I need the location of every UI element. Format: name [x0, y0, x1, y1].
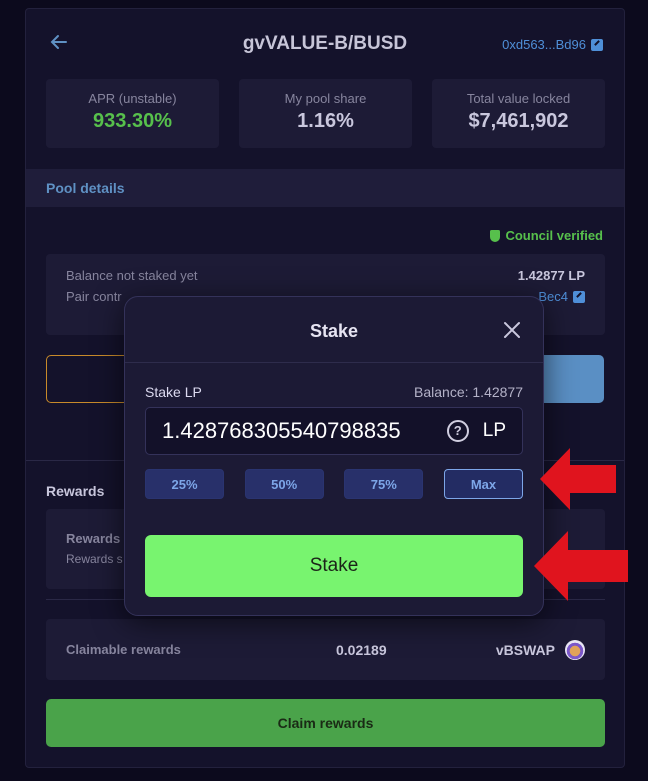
- stat-pool-share: My pool share 1.16%: [239, 79, 412, 148]
- modal-title: Stake: [309, 321, 359, 341]
- pair-contract-label: Pair contr: [66, 289, 122, 304]
- stat-tvl: Total value locked $7,461,902: [432, 79, 605, 148]
- help-icon[interactable]: ?: [446, 420, 469, 442]
- claimable-box: Claimable rewards 0.02189 vBSWAP: [46, 619, 605, 680]
- balance-value: 1.42877 LP: [517, 268, 585, 283]
- pair-contract-link[interactable]: Bec4: [538, 289, 585, 304]
- stake-input-wrapper: ? LP: [145, 407, 523, 455]
- shield-icon: [490, 229, 501, 242]
- stake-modal: Stake Stake LP Balance: 1.42877 ? LP 25%…: [124, 296, 544, 616]
- council-verified-badge: Council verified: [490, 228, 603, 243]
- contract-address-link[interactable]: 0xd563...Bd96: [502, 37, 603, 52]
- council-verified-label: Council verified: [505, 228, 603, 243]
- claimable-value: 0.02189: [336, 641, 387, 658]
- stat-pool-share-label: My pool share: [284, 91, 367, 106]
- max-button[interactable]: Max: [443, 469, 523, 499]
- external-link-icon[interactable]: [573, 290, 585, 303]
- percent-50-button[interactable]: 50%: [244, 469, 324, 499]
- rewards-title: Rewards: [46, 483, 105, 499]
- arrow-pointer-icon: [540, 448, 616, 510]
- stat-tvl-value: $7,461,902: [468, 110, 569, 132]
- stake-amount-input[interactable]: [146, 418, 447, 444]
- percent-25-button[interactable]: 25%: [145, 469, 224, 499]
- stat-apr-value: 933.30%: [93, 110, 172, 132]
- header: gvVALUE-B/BUSD 0xd563...Bd96: [26, 9, 624, 79]
- stat-apr: APR (unstable) 933.30%: [46, 79, 219, 148]
- pool-details-toggle[interactable]: Pool details: [26, 169, 624, 207]
- stake-confirm-button[interactable]: Stake: [145, 535, 523, 597]
- claimable-token-name: vBSWAP: [495, 641, 555, 658]
- percent-buttons: 25% 50% 75% Max: [145, 469, 523, 499]
- balance-label: Balance not staked yet: [66, 268, 198, 283]
- stat-tvl-label: Total value locked: [466, 91, 571, 106]
- stat-apr-label: APR (unstable): [88, 91, 177, 106]
- vbswap-token-icon: [565, 639, 585, 660]
- claimable-token: vBSWAP: [495, 639, 585, 660]
- stat-pool-share-value: 1.16%: [297, 110, 354, 132]
- modal-header: Stake: [125, 297, 543, 363]
- percent-75-button[interactable]: 75%: [344, 469, 424, 499]
- external-link-icon[interactable]: [591, 38, 603, 51]
- contract-address[interactable]: 0xd563...Bd96: [502, 37, 586, 52]
- claim-rewards-button[interactable]: Claim rewards: [46, 699, 605, 747]
- arrow-pointer-icon: [534, 531, 628, 601]
- close-icon[interactable]: [503, 321, 521, 339]
- lp-unit: LP: [482, 420, 506, 441]
- modal-balance: Balance: 1.42877: [414, 384, 523, 400]
- claimable-label: Claimable rewards: [66, 642, 181, 657]
- stake-lp-label: Stake LP: [145, 384, 202, 400]
